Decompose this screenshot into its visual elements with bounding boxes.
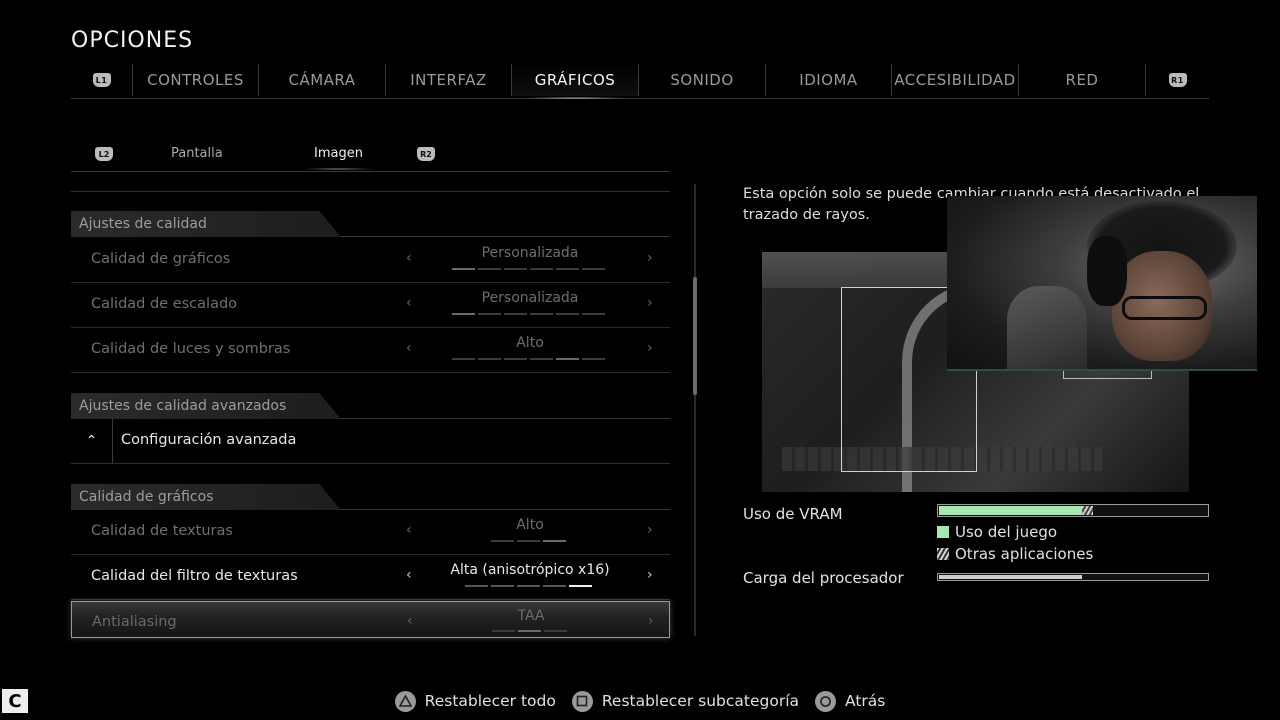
legend-game: Uso del juego <box>937 523 1057 541</box>
setting-row-antialiasing[interactable]: Antialiasing ‹ TAA › <box>71 601 670 638</box>
advanced-config-toggle[interactable]: ⌃ Configuración avanzada <box>71 419 670 464</box>
footer-prompts: Restablecer todo Restablecer subcategorí… <box>0 688 1280 714</box>
setting-row-lights-shadows[interactable]: Calidad de luces y sombras ‹ Alto › <box>71 328 670 373</box>
legend-other: Otras aplicaciones <box>937 545 1093 563</box>
vram-label: Uso de VRAM <box>743 505 843 523</box>
arrow-left-icon[interactable]: ‹ <box>406 250 412 266</box>
tab-interfaz[interactable]: INTERFAZ <box>386 64 512 96</box>
arrow-right-icon[interactable]: › <box>647 340 653 356</box>
section-label: Calidad de gráficos <box>79 489 214 505</box>
arrow-left-icon[interactable]: ‹ <box>406 567 412 583</box>
tab-idioma[interactable]: IDIOMA <box>766 64 892 96</box>
vram-usage-bar <box>937 504 1209 517</box>
l1-bumper-button[interactable]: L1 <box>71 64 133 96</box>
settings-list: Ajustes de calidad Calidad de gráficos ‹… <box>71 178 670 638</box>
arrow-left-icon[interactable]: ‹ <box>406 340 412 356</box>
circle-button-icon <box>815 690 836 712</box>
subtab-imagen[interactable]: Imagen <box>300 146 377 170</box>
vram-game-fill <box>939 506 1082 515</box>
level-indicator <box>492 630 567 632</box>
tab-camara[interactable]: CÁMARA <box>259 64 386 96</box>
setting-row-graphics-quality[interactable]: Calidad de gráficos ‹ Personalizada › <box>71 238 670 283</box>
tab-accesibilidad[interactable]: ACCESIBILIDAD <box>892 64 1019 96</box>
advanced-config-label: Configuración avanzada <box>121 432 297 448</box>
r1-bumper-button[interactable]: R1 <box>1146 64 1209 96</box>
setting-name: Calidad de gráficos <box>91 251 231 267</box>
setting-name: Antialiasing <box>92 614 177 630</box>
back-label: Atrás <box>845 692 886 710</box>
legend-game-swatch <box>937 526 949 538</box>
channel-logo-icon: C <box>2 689 28 713</box>
setting-name: Calidad de escalado <box>91 296 238 312</box>
setting-row-texture-quality[interactable]: Calidad de texturas ‹ Alto › <box>71 510 670 555</box>
main-tab-bar: L1 CONTROLES CÁMARA INTERFAZ GRÁFICOS SO… <box>71 64 1209 99</box>
square-button-icon <box>571 690 593 712</box>
cpu-load-label: Carga del procesador <box>743 569 904 587</box>
page-title: OPCIONES <box>71 28 194 53</box>
section-header-graphics: Calidad de gráficos <box>71 484 670 510</box>
setting-name: Calidad de luces y sombras <box>91 341 291 357</box>
subtab-pantalla[interactable]: Pantalla <box>171 146 223 161</box>
setting-value: TAA <box>517 608 545 624</box>
level-indicator <box>452 358 605 360</box>
cpu-load-bar <box>937 573 1209 581</box>
setting-value: Personalizada <box>481 290 579 306</box>
section-header-advanced: Ajustes de calidad avanzados <box>71 393 670 419</box>
scrollbar-track[interactable] <box>694 184 696 636</box>
r1-badge-icon: R1 <box>1168 73 1187 87</box>
reset-all-button[interactable]: Restablecer todo <box>394 688 556 714</box>
level-indicator <box>465 585 592 587</box>
arrow-left-icon[interactable]: ‹ <box>407 613 413 629</box>
r2-badge-icon[interactable]: R2 <box>417 147 435 161</box>
divider <box>71 191 670 192</box>
arrow-right-icon[interactable]: › <box>647 522 653 538</box>
arrow-right-icon[interactable]: › <box>648 613 654 629</box>
chevron-up-icon[interactable]: ⌃ <box>71 419 113 463</box>
triangle-button-icon <box>394 690 416 712</box>
legend-game-label: Uso del juego <box>955 523 1058 541</box>
setting-value: Alto <box>516 335 544 351</box>
reset-subcategory-button[interactable]: Restablecer subcategoría <box>571 688 799 714</box>
webcam-overlay <box>947 196 1257 371</box>
arrow-right-icon[interactable]: › <box>647 295 653 311</box>
arrow-right-icon[interactable]: › <box>647 567 653 583</box>
section-label: Ajustes de calidad avanzados <box>79 398 287 414</box>
tab-sonido[interactable]: SONIDO <box>639 64 766 96</box>
arrow-left-icon[interactable]: ‹ <box>406 295 412 311</box>
tab-red[interactable]: RED <box>1019 64 1146 96</box>
l2-badge-icon[interactable]: L2 <box>95 147 113 161</box>
setting-name: Calidad del filtro de texturas <box>91 568 298 584</box>
setting-value: Alto <box>516 517 544 533</box>
arrow-left-icon[interactable]: ‹ <box>406 522 412 538</box>
setting-value: Personalizada <box>481 245 579 261</box>
level-indicator <box>452 268 605 270</box>
sub-tab-bar: L2 Pantalla Imagen R2 <box>71 140 670 172</box>
reset-subcategory-label: Restablecer subcategoría <box>601 692 799 710</box>
setting-row-scaling-quality[interactable]: Calidad de escalado ‹ Personalizada › <box>71 283 670 328</box>
setting-name: Calidad de texturas <box>91 523 233 539</box>
section-header-quality: Ajustes de calidad <box>71 211 670 237</box>
scrollbar-thumb[interactable] <box>693 277 697 395</box>
tab-controles[interactable]: CONTROLES <box>133 64 259 96</box>
arrow-right-icon[interactable]: › <box>647 250 653 266</box>
vram-other-fill <box>1082 506 1093 515</box>
legend-other-label: Otras aplicaciones <box>955 545 1094 563</box>
l1-badge-icon: L1 <box>92 73 111 87</box>
setting-value: Alta (anisotrópico x16) <box>450 562 610 578</box>
level-indicator <box>452 313 605 315</box>
back-button[interactable]: Atrás <box>815 688 885 714</box>
reset-all-label: Restablecer todo <box>424 692 556 710</box>
legend-other-swatch <box>937 548 949 560</box>
level-indicator <box>491 540 566 542</box>
cpu-load-fill <box>939 575 1082 579</box>
section-label: Ajustes de calidad <box>79 216 207 232</box>
tab-graficos[interactable]: GRÁFICOS <box>512 64 639 99</box>
setting-row-texture-filter[interactable]: Calidad del filtro de texturas ‹ Alta (a… <box>71 555 670 600</box>
